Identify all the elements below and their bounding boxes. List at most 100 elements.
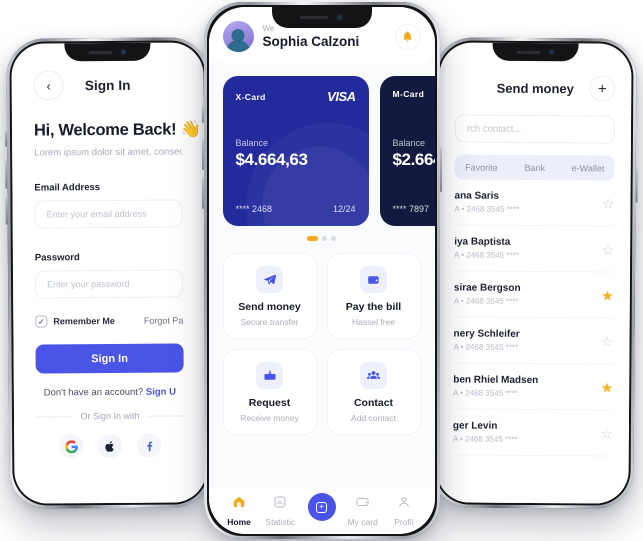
balance-label: Balance — [392, 138, 426, 148]
email-field[interactable]: Enter your email address — [34, 199, 183, 229]
action-request[interactable]: Request Receive money — [222, 349, 317, 435]
avatar[interactable] — [222, 21, 254, 52]
person-icon — [397, 495, 411, 514]
contact-list: ana Saris A • 2468 3545 **** ☆ iya Baptista… — [452, 179, 615, 457]
plus-icon[interactable]: + — [307, 493, 336, 521]
contact-row[interactable]: ana Saris A • 2468 3545 **** ☆ — [454, 179, 615, 227]
contact-row[interactable]: sirae Bergson A • 2468 3545 **** ★ — [453, 271, 615, 319]
tab-my-card[interactable]: My card — [342, 495, 383, 527]
favorite-star-icon[interactable]: ☆ — [602, 241, 615, 257]
favorite-star-icon[interactable]: ★ — [601, 287, 614, 303]
card-bottom-row: **** 2468 12/24 — [236, 204, 356, 214]
bottom-tab-bar: Home Statistic + My card Profil — [208, 488, 435, 534]
or-divider: Or Sign In with — [35, 410, 184, 421]
card-name: M-Card — [392, 89, 425, 99]
tab-label: Profil — [394, 517, 414, 527]
contact-row[interactable]: nery Schleifer A • 2468 3545 **** ☆ — [453, 317, 614, 365]
page-title: Sign In — [84, 77, 131, 93]
tab-statistic[interactable]: Statistic — [260, 495, 301, 527]
action-send-money[interactable]: Send money Secure transfer — [222, 253, 317, 339]
home-screen: We Sophia Calzoni X-Card VISA Balance $4… — [208, 7, 435, 534]
wallet-icon — [360, 266, 387, 293]
tab-home[interactable]: Home — [219, 495, 260, 527]
tab-label: My card — [347, 517, 378, 527]
user-name: Sophia Calzoni — [262, 34, 360, 49]
divider-line-left — [35, 415, 73, 418]
signup-prompt-text: Don't have an account? — [43, 386, 146, 399]
signin-options-row: ✓ Remember Me Forgot Pa — [35, 314, 184, 328]
contact-filter-tabs: Favorite Bank e-Wallet — [454, 154, 615, 181]
favorite-star-icon[interactable]: ☆ — [601, 333, 614, 349]
contact-name: sirae Bergson — [453, 282, 521, 294]
card-m[interactable]: M-Card Balance $2.664, **** 7897 — [379, 76, 435, 226]
chevron-left-icon[interactable]: ‹ — [33, 70, 64, 101]
contacts-icon — [360, 362, 387, 389]
plus-icon[interactable]: + — [589, 75, 616, 102]
card-number-masked: **** 2468 — [235, 204, 273, 214]
action-contact[interactable]: Contact Add contact — [326, 349, 421, 435]
card-x[interactable]: X-Card VISA Balance $4.664,63 **** 2468 … — [222, 76, 369, 226]
contact-row[interactable]: iya Baptista A • 2468 3545 **** ☆ — [454, 225, 615, 273]
tab-favorite[interactable]: Favorite — [455, 162, 508, 172]
action-subtitle: Add contact — [351, 413, 396, 423]
card-number-masked: **** 7897 — [392, 204, 430, 214]
send-money-screen: Send money + rch contact... Favorite Ban… — [436, 64, 632, 504]
social-signin-row — [36, 433, 184, 459]
action-pay-the-bill[interactable]: Pay the bill Hassel free — [326, 253, 421, 339]
phone-device-home: We Sophia Calzoni X-Card VISA Balance $4… — [201, 2, 442, 539]
apple-icon[interactable] — [98, 433, 123, 459]
card-icon — [355, 495, 370, 514]
contact-info: ger Levin A • 2468 3545 **** — [453, 420, 518, 443]
favorite-star-icon[interactable]: ☆ — [600, 425, 613, 441]
signup-prompt: Don't have an account? Sign U — [36, 386, 184, 399]
contact-detail: A • 2468 3545 **** — [454, 204, 520, 214]
remember-me-toggle[interactable]: ✓ Remember Me — [35, 315, 115, 328]
balance-label: Balance — [235, 138, 269, 148]
favorite-star-icon[interactable]: ☆ — [602, 195, 615, 211]
tab-bank[interactable]: Bank — [508, 162, 561, 172]
sign-up-link[interactable]: Sign U — [146, 387, 176, 398]
signin-header: ‹ Sign In — [33, 58, 182, 111]
search-contact-input[interactable]: rch contact... — [454, 114, 616, 144]
check-icon: ✓ — [35, 315, 48, 328]
favorite-star-icon[interactable]: ★ — [601, 379, 614, 395]
tab-ewallet[interactable]: e-Wallet — [561, 163, 614, 173]
card-expiry: 12/24 — [332, 204, 356, 214]
welcome-subtitle: Lorem ipsum dolor sit amet, consectetur — [34, 146, 183, 159]
forgot-password-link[interactable]: Forgot Pa — [144, 315, 184, 325]
contact-info: nery Schleifer A • 2468 3545 **** — [453, 328, 519, 351]
tab-label: Statistic — [265, 517, 296, 527]
tab-profil[interactable]: Profil — [383, 495, 424, 527]
contact-row[interactable]: ben Rhiel Madsen A • 2468 3545 **** ★ — [453, 363, 614, 411]
phone-device-signin: ‹ Sign In Hi, Welcome Back! 👋 Lorem ipsu… — [5, 37, 212, 509]
remember-me-label: Remember Me — [53, 315, 115, 327]
divider-line-right — [147, 414, 184, 417]
contact-detail: A • 2468 3545 **** — [453, 388, 518, 398]
mockup-stage: ‹ Sign In Hi, Welcome Back! 👋 Lorem ipsu… — [0, 0, 643, 541]
request-icon — [256, 362, 283, 389]
visa-logo: VISA — [327, 89, 356, 104]
email-placeholder: Enter your email address — [46, 208, 147, 220]
phone-device-send-money: Send money + rch contact... Favorite Ban… — [431, 37, 638, 509]
action-title: Send money — [238, 301, 301, 313]
facebook-icon[interactable] — [137, 433, 162, 458]
action-subtitle: Secure transfer — [240, 317, 299, 327]
contact-row[interactable]: ger Levin A • 2468 3545 **** ☆ — [452, 409, 614, 457]
sign-in-button[interactable]: Sign In — [35, 343, 184, 374]
contact-name: ben Rhiel Madsen — [453, 374, 539, 387]
contact-info: ben Rhiel Madsen A • 2468 3545 **** — [453, 374, 538, 398]
card-name: X-Card — [235, 91, 266, 102]
notch — [492, 42, 579, 62]
bell-icon[interactable] — [394, 23, 421, 50]
home-icon — [232, 495, 246, 514]
password-field[interactable]: Enter your password — [34, 269, 184, 299]
action-subtitle: Hassel free — [352, 317, 395, 327]
contact-name: ana Saris — [454, 190, 500, 202]
card-bottom-row: **** 7897 — [393, 204, 435, 214]
tab-add[interactable]: + — [301, 493, 342, 529]
google-icon[interactable] — [59, 434, 84, 459]
email-label: Email Address — [34, 182, 101, 194]
cards-carousel[interactable]: X-Card VISA Balance $4.664,63 **** 2468 … — [209, 64, 435, 226]
password-placeholder: Enter your password — [47, 278, 130, 290]
card-top-row: M-Card — [393, 89, 435, 99]
